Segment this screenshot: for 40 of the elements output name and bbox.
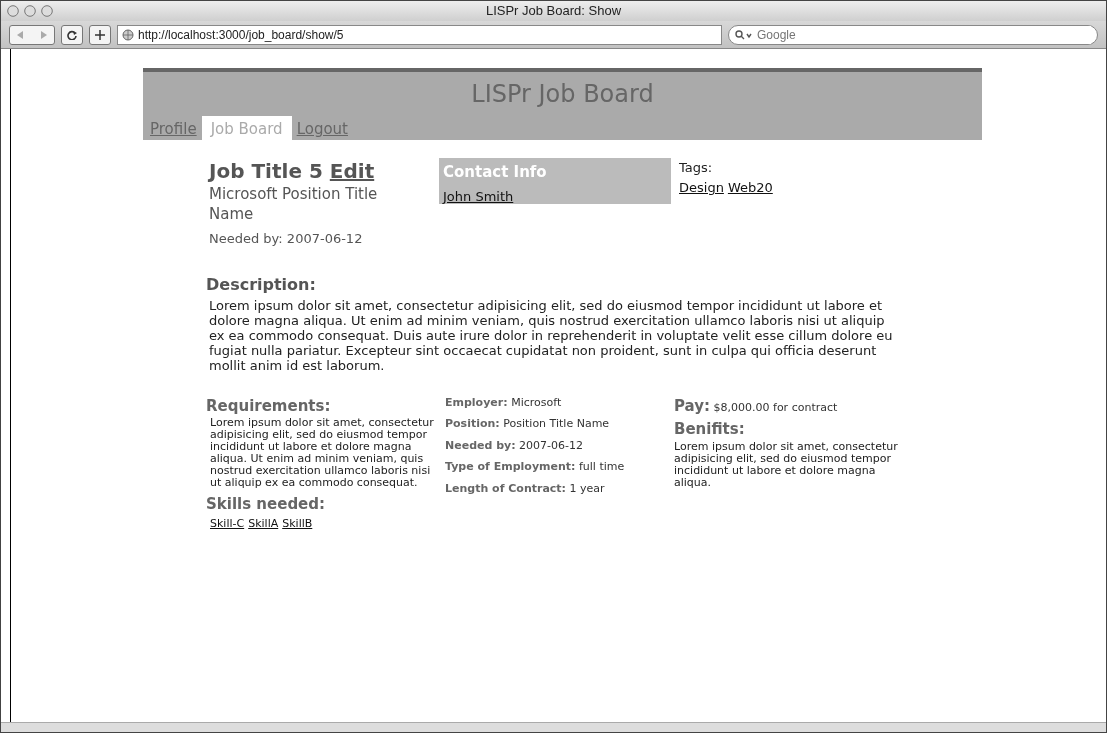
back-forward-button[interactable] [9,24,55,45]
tag-link[interactable]: Design [679,177,724,197]
edit-link[interactable]: Edit [329,159,375,183]
requirements-heading: Requirements: [206,395,332,417]
search-icon [735,29,753,40]
globe-icon [122,28,134,41]
benefits-text: Lorem ipsum dolor sit amet, consectetur adipisicing elit, sed do eiusmod tempor incididunt ut labore et dolore magna aliqua. [674,440,899,489]
contact-heading: Contact Info [443,162,548,183]
address-field[interactable]: http://localhost:3000/job_board/show/5 [117,24,722,45]
contact-link[interactable]: John Smith [443,188,514,204]
job-title: Job Title 5 Edit [209,158,376,184]
detail-item: Type of Employment: full time [445,459,626,475]
benefits-heading: Benifits: [674,419,746,440]
needed-by-date: Needed by: 2007-06-12 [209,230,364,248]
add-button[interactable] [89,24,111,45]
requirements-text: Lorem ipsum dolor sit amet, consectetur adipisicing elit, sed do eiusmod tempor incididunt ut labore et dolore magna aliqua. Ut enim ad minim veniam, quis nostrud exercitation ullamco laboris nisi ut aliquip ex ea commodo consequat. [209,417,434,489]
job-subtitle: Microsoft Position Title Name [209,184,379,224]
pay-info: Pay: $8,000.00 for contract [674,395,839,417]
search-field[interactable]: Google [728,24,1098,45]
skills-heading: Skills needed: [206,494,327,515]
description-heading: Description: [206,273,317,296]
skill-link[interactable]: SkillA [248,515,279,532]
description-text: Lorem ipsum dolor sit amet, consectetur adipisicing elit, sed do eiusmod tempor incididunt ut labore et dolore magna aliqua. Ut enim ad minim veniam, quis nostrud exercitation ullamco laboris nisi ut aliquip ex ea commodo consequat. Duis aute irure dolor in reprehenderit in voluptate velit esse cillum dolore eu fugiat nulla pariatur. Excepteur sint occaecat cupidatat non proident, sunt in culpa qui officia deserunt mollit anim id est laborum. [209,297,894,373]
reload-button[interactable] [61,24,83,45]
tags-label: Tags: [679,159,714,177]
window-title: LISPr Job Board: Show [485,3,622,18]
tag-link[interactable]: Web20 [727,177,773,197]
zoom-window-icon[interactable] [41,5,53,17]
site-title: LISPr Job Board [470,79,655,109]
skill-link[interactable]: Skill-C [210,515,245,532]
close-window-icon[interactable] [7,5,19,17]
reload-icon [67,29,77,40]
detail-item: Employer: Microsoft [445,394,563,411]
detail-item: Length of Contract: 1 year [445,480,606,497]
detail-item: Position: Position Title Name [445,416,611,432]
skill-link[interactable]: SkillB [282,515,313,532]
plus-icon [95,29,105,40]
back-forward-icon [17,30,47,39]
minimize-window-icon[interactable] [24,5,36,17]
detail-item: Needed by: 2007-06-12 [445,437,585,454]
